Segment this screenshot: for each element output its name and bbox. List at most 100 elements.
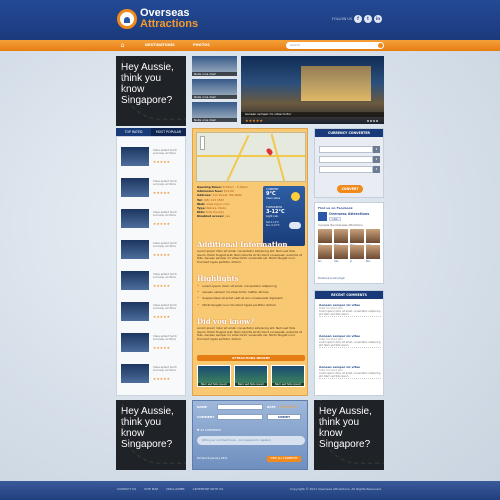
chevron-down-icon[interactable]: ▾: [373, 156, 380, 163]
avatar[interactable]: Mary: [350, 229, 364, 247]
list-item[interactable]: Class aptent taciti sociosqu ad litora ★★…: [121, 178, 183, 202]
site-logo[interactable]: Overseas Attractions: [117, 8, 198, 30]
avatar-name: Lisa: [334, 260, 339, 263]
logo-icon: [117, 9, 137, 29]
star-rating: ★★★★★: [153, 191, 171, 195]
follow-us: FOLLOW US f t in: [332, 15, 383, 23]
avatar[interactable]: Ben: [366, 245, 380, 263]
search-input[interactable]: Search: [286, 42, 384, 49]
hero-stars: ★★★★★: [245, 118, 263, 123]
thumbnail[interactable]: [121, 178, 149, 197]
ad-banner-top[interactable]: Hey Aussie, think you know Singapore?: [116, 56, 186, 126]
footer-link[interactable]: DISCLAIMER: [166, 487, 184, 491]
currency-to-field[interactable]: [319, 166, 373, 173]
rating-tabs: TOP RATED MOST POPULAR: [116, 128, 186, 136]
home-icon[interactable]: ⌂: [119, 42, 126, 49]
search-icon[interactable]: [378, 43, 383, 48]
star-rating: ★★★★★: [153, 377, 171, 381]
chevron-down-icon[interactable]: ▾: [373, 166, 380, 173]
currency-title: CURRENCY CONVERTER: [315, 129, 383, 137]
list-item[interactable]: Class aptent taciti sociosqu ad litora ★★…: [121, 302, 183, 326]
avatar[interactable]: Jan: [318, 229, 332, 247]
thumbnail[interactable]: [121, 271, 149, 290]
nearby-list: Nam sed felis ipsum Nam sed felis ipsum …: [197, 365, 305, 387]
item-text: Class aptent taciti sociosqu ad litora: [153, 211, 177, 218]
avatar[interactable]: Kate: [366, 229, 380, 247]
twitter-icon[interactable]: t: [364, 15, 373, 23]
list-item[interactable]: Class aptent taciti sociosqu ad litora ★★…: [121, 364, 183, 388]
nav-destinations[interactable]: DESTINATIONS: [145, 40, 175, 51]
facebook-icon[interactable]: f: [354, 15, 363, 23]
gallery-thumb[interactable]: Nulla urna diam: [192, 56, 237, 76]
highlight-item: Morbi feugiat nunc tincidunt ligula port…: [197, 302, 305, 308]
list-item[interactable]: Class aptent taciti sociosqu ad litora ★★…: [121, 147, 183, 171]
avatar[interactable]: Jo: [350, 245, 364, 263]
comment-item[interactable]: Aenean semper mi vitae Feller tincidunt …: [319, 303, 381, 317]
comment-posted: Richard R January 2011: [197, 457, 228, 460]
list-item[interactable]: Class aptent taciti sociosqu ad litora ★★…: [121, 333, 183, 357]
tab-top-rated[interactable]: TOP RATED: [116, 128, 151, 136]
fan-faces: Jan Mark Mary Kate Ian Lisa Jo Ben: [318, 229, 382, 263]
name-label: NAME: [197, 405, 207, 409]
footer-link[interactable]: ADVERTISE WITH US: [193, 487, 224, 491]
facebook-plugin[interactable]: Facebook social plugin: [318, 277, 345, 280]
chevron-down-icon[interactable]: ▾: [373, 146, 380, 153]
comments-count-text: 32 COMMENTS: [200, 428, 222, 432]
avatar-name: Jo: [350, 260, 352, 263]
logo-line2: Attractions: [140, 18, 199, 30]
thumbnail[interactable]: [121, 302, 149, 321]
convert-button[interactable]: CONVERT: [337, 185, 363, 193]
comment-input[interactable]: [217, 414, 263, 420]
view-all-comments-button[interactable]: VIEW ALL COMMENTS: [267, 456, 301, 462]
name-input[interactable]: [217, 404, 263, 410]
comment-item[interactable]: Aenean semper mi vitae Feller tincidunt …: [319, 334, 381, 348]
thumbnail[interactable]: [121, 209, 149, 228]
facebook-people: 3 people like Overseas Attractions.: [318, 224, 364, 227]
footer-links: CONTACT US SITE MAP DISCLAIMER ADVERTISE…: [117, 487, 223, 491]
list-item[interactable]: Class aptent taciti sociosqu ad litora ★★…: [121, 271, 183, 295]
linkedin-icon[interactable]: in: [374, 15, 383, 23]
thumbnail[interactable]: [121, 240, 149, 259]
hero-image[interactable]: Aenean semper mi vitae tortor ★★★★★: [241, 56, 384, 124]
nearby-item[interactable]: Nam sed felis ipsum: [234, 365, 268, 387]
thumbnail[interactable]: [121, 333, 149, 352]
footer-link[interactable]: SITE MAP: [144, 487, 158, 491]
facebook-box: Find us on Facebook Overseas Attractions…: [314, 202, 384, 284]
comment-textarea[interactable]: Write your comment here... (not required…: [197, 436, 305, 445]
location-map[interactable]: [196, 132, 306, 182]
nearby-item[interactable]: Nam sed felis ipsum: [197, 365, 231, 387]
page-avatar[interactable]: [318, 212, 327, 221]
currency-from-field[interactable]: [319, 156, 373, 163]
list-item[interactable]: Class aptent taciti sociosqu ad litora ★★…: [121, 240, 183, 264]
currency-amount-field[interactable]: [319, 146, 373, 153]
footer-link[interactable]: CONTACT US: [117, 487, 136, 491]
avatar[interactable]: Lisa: [334, 245, 348, 263]
item-text: Class aptent taciti sociosqu ad litora: [153, 273, 177, 280]
currency-converter: CURRENCY CONVERTER ▾ ▾ ▾ CONVERT: [314, 128, 384, 198]
ad-banner-bottom-left[interactable]: Hey Aussie, think you know Singapore?: [116, 400, 186, 470]
ad-banner-bottom-right[interactable]: Hey Aussie, think you know Singapore?: [314, 400, 384, 470]
star-rating: ★★★★★: [153, 253, 171, 257]
nearby-item[interactable]: Nam sed felis ipsum: [271, 365, 305, 387]
avatar[interactable]: Mark: [334, 229, 348, 247]
map-zoom-control[interactable]: [200, 136, 205, 150]
tab-most-popular[interactable]: MOST POPULAR: [151, 128, 186, 136]
rating-stars[interactable]: ★★★★★: [279, 404, 297, 409]
thumbnail[interactable]: [121, 147, 149, 166]
weather-tomorrow-desc: Light rain: [266, 215, 279, 218]
nav-photos[interactable]: PHOTOS: [193, 40, 210, 51]
star-rating: ★★★★★: [153, 346, 171, 350]
comment-item[interactable]: Aenean semper mi vitae Feller tincidunt …: [319, 365, 381, 379]
slider-dots[interactable]: [367, 120, 378, 122]
main-nav: ⌂ DESTINATIONS PHOTOS Search: [0, 40, 500, 51]
comment-text: Lorem ipsum dolor sit amet, consectetur …: [319, 341, 381, 347]
thumbnail[interactable]: [121, 364, 149, 383]
submit-button[interactable]: SUBMIT: [267, 414, 301, 420]
like-button[interactable]: Like: [329, 217, 341, 221]
avatar[interactable]: Ian: [318, 245, 332, 263]
list-item[interactable]: Class aptent taciti sociosqu ad litora ★★…: [121, 209, 183, 233]
gallery-thumb[interactable]: Nulla urna diam: [192, 102, 237, 122]
attraction-detail: Opening times: 8:30am - 5:30pm Admission…: [192, 128, 308, 396]
gallery-thumb[interactable]: Nulla urna diam: [192, 79, 237, 99]
facebook-page-name[interactable]: Overseas Attractions: [329, 212, 369, 216]
